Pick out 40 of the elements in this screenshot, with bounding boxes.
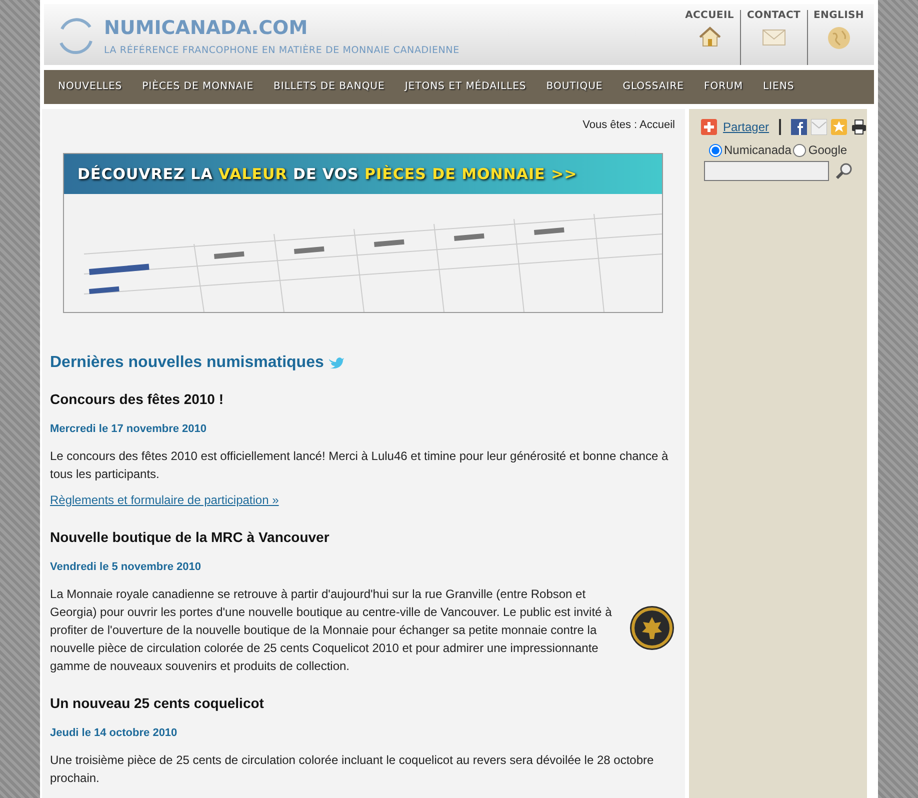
star-icon[interactable] (831, 119, 848, 135)
search-field[interactable] (704, 161, 829, 181)
news-date: Jeudi le 14 octobre 2010 (50, 727, 178, 739)
top-link[interactable]: ENGLISH (814, 10, 864, 22)
globe-icon[interactable] (826, 26, 851, 50)
house-icon[interactable] (698, 26, 721, 48)
nav-link[interactable]: LIENS (753, 77, 804, 97)
nav-link[interactable]: PIÈCES DE MONNAIE (132, 77, 264, 97)
bird-icon[interactable] (328, 355, 344, 371)
nav-link[interactable]: NOUVELLES (48, 77, 132, 97)
top-link[interactable]: CONTACT (746, 10, 801, 22)
nav-link[interactable]: FORUM (694, 77, 754, 97)
banner-headline[interactable]: DÉCOUVREZ LA VALEUR DE VOS PIÈCES DE MONNAIE >> (64, 154, 662, 194)
facebook-icon[interactable] (791, 119, 808, 135)
site-name: NUMICANADA.COM (104, 16, 309, 41)
nav-link[interactable]: GLOSSAIRE (612, 77, 694, 97)
news-text: La Monnaie royale canadienne se retrouve à partir d'aujourd'hui sur la rue Granville (entre Robson et Georgia) pour ouvrir les portes d'une nouvelle boutique au centre-ville de Vancouver. Le public est invité à profiter de l'ouverture de la nouvelle boutique de la Monnaie pour échanger sa petite monnaie contre la nouvelle pièce de circulation colorée de 25 cents Coquelicot 2010 et pour admirer une impressionnante gamme de nouveaux souvenirs et produits de collection. (50, 586, 613, 675)
search-option-radio[interactable] (793, 144, 806, 156)
share-link[interactable]: Partager (723, 120, 770, 134)
nav-link[interactable]: BOUTIQUE (536, 77, 613, 97)
news-link[interactable]: Règlements et formulaire de participation » (50, 493, 279, 507)
search-option-label: Google (808, 143, 848, 157)
section-heading: Dernières nouvelles numismatiques (50, 353, 324, 373)
search-option-radio[interactable] (709, 144, 722, 156)
plus-icon[interactable] (701, 119, 717, 135)
search-option-label: Numicanada (724, 143, 792, 157)
news-title: Concours des fêtes 2010 ! (50, 391, 225, 407)
search-icon[interactable] (835, 162, 853, 180)
top-link[interactable]: ACCUEIL (685, 10, 734, 22)
news-text: Une troisième pièce de 25 cents de circulation colorée incluant le coquelicot au revers sera dévoilée le 28 octobre prochain. (50, 752, 655, 787)
news-title: Un nouveau 25 cents coquelicot (50, 695, 265, 711)
breadcrumb: Vous êtes : Accueil (582, 119, 675, 131)
nav-link[interactable]: BILLETS DE BANQUE (264, 77, 395, 97)
site-tagline: LA RÉFÉRENCE FRANCOPHONE EN MATIÈRE DE MONNAIE CANADIENNE (104, 45, 460, 56)
news-title: Nouvelle boutique de la MRC à Vancouver (50, 529, 330, 545)
news-text: Le concours des fêtes 2010 est officiellement lancé! Merci à Lulu46 et timine pour leur générosité et bonne chance à tous les participants. (50, 448, 670, 483)
news-date: Mercredi le 17 novembre 2010 (50, 423, 208, 435)
nav-link[interactable]: JETONS ET MÉDAILLES (394, 77, 536, 97)
news-date: Vendredi le 5 novembre 2010 (50, 561, 202, 573)
printer-icon[interactable] (851, 119, 868, 135)
